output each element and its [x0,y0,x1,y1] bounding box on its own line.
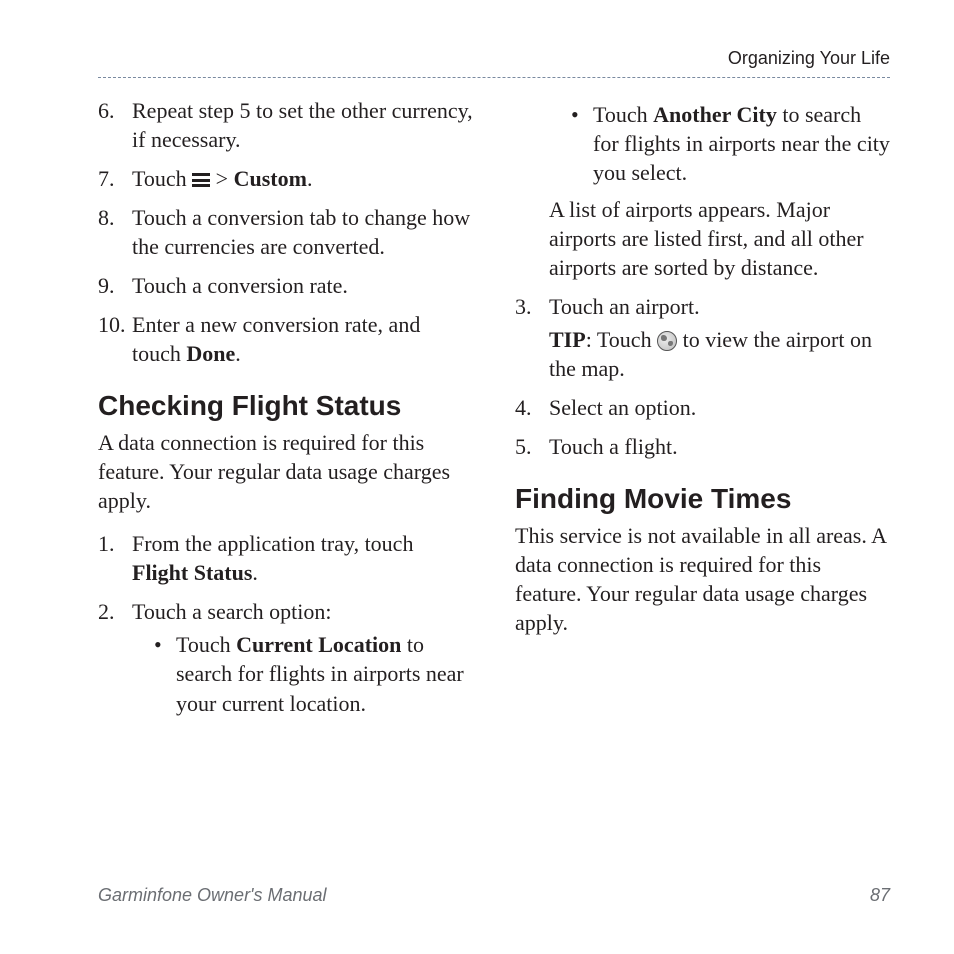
menu-icon [192,173,210,187]
flight-step-4: 4. Select an option. [515,393,890,422]
step-text-part: . [252,560,258,585]
footer-title: Garminfone Owner's Manual [98,885,327,906]
heading-movie-times: Finding Movie Times [515,483,890,515]
step-number: 2. [98,597,128,626]
step-6: 6. Repeat step 5 to set the other curren… [98,96,473,154]
step-number: 1. [98,529,128,558]
column-container: 6. Repeat step 5 to set the other curren… [98,96,890,728]
step-10: 10. Enter a new conversion rate, and tou… [98,310,473,368]
step-number: 3. [515,292,545,321]
step-number: 9. [98,271,128,300]
page-number: 87 [870,885,890,906]
heading-flight-status: Checking Flight Status [98,390,473,422]
step-7: 7. Touch > Custom. [98,164,473,193]
step-text-part: Touch [132,166,192,191]
flight-status-intro: A data connection is required for this f… [98,428,473,515]
step-text: Touch a flight. [549,434,678,459]
left-column: 6. Repeat step 5 to set the other curren… [98,96,473,728]
step-text: Select an option. [549,395,696,420]
airport-list-note: A list of airports appears. Major airpor… [515,195,890,282]
currency-steps: 6. Repeat step 5 to set the other curren… [98,96,473,368]
search-option-list: Touch Current Location to search for fli… [132,630,473,717]
step-text: Touch a search option: [132,599,331,624]
right-column: Touch Another City to search for flights… [515,96,890,728]
flight-step-5: 5. Touch a flight. [515,432,890,461]
step-number: 6. [98,96,128,125]
globe-icon [657,331,677,351]
current-location-label: Current Location [236,632,401,657]
step-number: 7. [98,164,128,193]
step-number: 5. [515,432,545,461]
custom-label: Custom [234,166,307,191]
step-text: Repeat step 5 to set the other currency,… [132,98,473,152]
step-8: 8. Touch a conversion tab to change how … [98,203,473,261]
step-text-part: . [235,341,241,366]
bullet-another-city: Touch Another City to search for flights… [571,100,890,187]
step-text-part: > [210,166,233,191]
step-text-part: Enter a new conversion rate, and touch [132,312,420,366]
step-text-part: From the application tray, touch [132,531,413,556]
movie-times-intro: This service is not available in all are… [515,521,890,637]
tip-line: TIP: Touch to view the airport on the ma… [549,325,890,383]
flight-steps-cont: 3. Touch an airport. TIP: Touch to view … [515,292,890,461]
tip-label: TIP [549,327,586,352]
bullet-text-part: Touch [176,632,236,657]
another-city-label: Another City [653,102,777,127]
search-option-list-cont: Touch Another City to search for flights… [515,100,890,187]
step-number: 8. [98,203,128,232]
flight-steps: 1. From the application tray, touch Flig… [98,529,473,717]
bullet-text-part: Touch [593,102,653,127]
tip-text-part: : Touch [586,327,657,352]
step-9: 9. Touch a conversion rate. [98,271,473,300]
done-label: Done [186,341,235,366]
flight-step-2: 2. Touch a search option: Touch Current … [98,597,473,717]
step-text: Touch an airport. [549,294,700,319]
flight-status-label: Flight Status [132,560,252,585]
step-text: Touch a conversion rate. [132,273,348,298]
flight-step-3: 3. Touch an airport. TIP: Touch to view … [515,292,890,383]
flight-step-1: 1. From the application tray, touch Flig… [98,529,473,587]
step-text: Touch a conversion tab to change how the… [132,205,470,259]
running-header: Organizing Your Life [98,48,890,78]
step-number: 4. [515,393,545,422]
manual-page: Organizing Your Life 6. Repeat step 5 to… [0,0,954,954]
bullet-current-location: Touch Current Location to search for fli… [154,630,473,717]
step-text-part: . [307,166,313,191]
step-number: 10. [98,310,128,339]
